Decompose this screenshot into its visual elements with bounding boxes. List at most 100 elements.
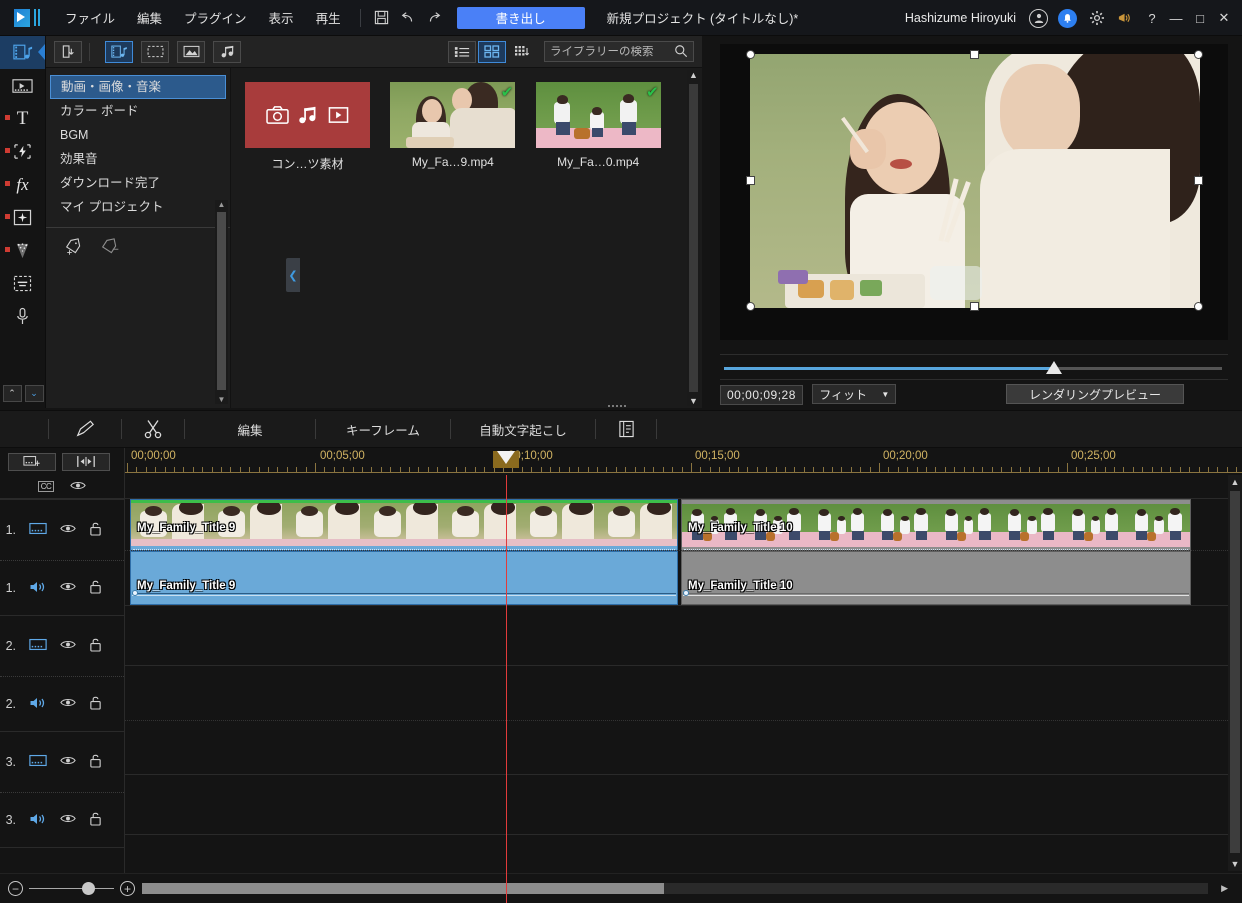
resize-handle-tc[interactable] bbox=[970, 50, 979, 59]
sidebar-item-title-room[interactable]: T bbox=[0, 102, 45, 135]
resize-handle-tl[interactable] bbox=[746, 50, 755, 59]
media-tile[interactable]: コン…ツ素材 bbox=[245, 82, 370, 172]
unlock-icon[interactable] bbox=[89, 695, 102, 713]
search-icon[interactable] bbox=[674, 44, 688, 61]
all-media-filter[interactable] bbox=[105, 41, 133, 63]
preview-scrubber[interactable] bbox=[724, 361, 1222, 375]
timeline-clip[interactable]: My_Family_Title 10 bbox=[681, 551, 1191, 605]
import-media-icon[interactable] bbox=[54, 41, 82, 63]
grid-view-icon[interactable] bbox=[478, 41, 506, 63]
menu-edit[interactable]: 編集 bbox=[126, 4, 173, 31]
unlock-icon[interactable] bbox=[89, 753, 102, 771]
fit-mode-select[interactable]: フィット ▼ bbox=[812, 384, 896, 404]
tree-scrollbar[interactable]: ▲ ▼ bbox=[215, 200, 228, 404]
redo-icon[interactable] bbox=[421, 6, 447, 30]
maximize-button[interactable]: □ bbox=[1188, 3, 1212, 33]
unlock-icon[interactable] bbox=[89, 637, 102, 655]
tree-item-my-project[interactable]: マイ プロジェクト bbox=[50, 195, 226, 219]
unlock-icon[interactable] bbox=[89, 521, 102, 539]
preview-stage[interactable] bbox=[720, 44, 1228, 340]
megaphone-icon[interactable] bbox=[1116, 9, 1135, 28]
library-scrollbar[interactable]: ▲ ▼ bbox=[687, 70, 700, 406]
minimize-button[interactable]: — bbox=[1164, 3, 1188, 33]
help-icon[interactable]: ? bbox=[1140, 3, 1164, 33]
audio-filter[interactable] bbox=[213, 41, 241, 63]
search-input-container[interactable] bbox=[544, 41, 694, 62]
unlock-icon[interactable] bbox=[89, 811, 102, 829]
timeline-clip[interactable]: My_Family_Title 9 bbox=[130, 551, 678, 605]
tree-item-sound-effect[interactable]: 効果音 bbox=[50, 147, 226, 171]
export-button[interactable]: 書き出し bbox=[457, 7, 585, 29]
zoom-slider[interactable] bbox=[29, 888, 114, 889]
rail-scroll-up[interactable]: ⌃ bbox=[3, 385, 22, 402]
rail-scroll-down[interactable]: ⌄ bbox=[25, 385, 44, 402]
resize-handle-ml[interactable] bbox=[746, 176, 755, 185]
save-icon[interactable] bbox=[369, 6, 395, 30]
timeline-clip[interactable]: My_Family_Title 10 bbox=[681, 499, 1191, 551]
track-header-2-audio[interactable]: 2. bbox=[0, 677, 124, 731]
keyframe-tab[interactable]: キーフレーム bbox=[316, 410, 450, 448]
video-filter[interactable] bbox=[141, 41, 169, 63]
track-header-3-audio[interactable]: 3. bbox=[0, 793, 124, 847]
menu-file[interactable]: ファイル bbox=[54, 4, 126, 31]
split-tool[interactable] bbox=[122, 410, 184, 448]
eye-icon[interactable] bbox=[60, 523, 76, 537]
sidebar-item-subtitle-room[interactable] bbox=[0, 267, 45, 300]
menu-view[interactable]: 表示 bbox=[258, 4, 305, 31]
render-preview-button[interactable]: レンダリングプレビュー bbox=[1006, 384, 1184, 404]
unlock-icon[interactable] bbox=[89, 579, 102, 597]
timeline-clip[interactable]: My_Family_Title 9 bbox=[130, 499, 678, 551]
panel-resize-grip[interactable] bbox=[608, 405, 626, 407]
pen-tool[interactable] bbox=[49, 410, 121, 448]
playhead-handle[interactable] bbox=[497, 451, 515, 464]
resize-handle-mr[interactable] bbox=[1194, 176, 1203, 185]
eye-icon[interactable] bbox=[60, 755, 76, 769]
list-view-icon[interactable] bbox=[448, 41, 476, 63]
menu-plugin[interactable]: プラグイン bbox=[173, 4, 258, 31]
close-button[interactable]: ✕ bbox=[1212, 3, 1236, 33]
notes-panel-toggle[interactable] bbox=[596, 410, 656, 448]
sidebar-item-particle-room[interactable] bbox=[0, 234, 45, 267]
tree-item-bgm[interactable]: BGM bbox=[50, 123, 226, 147]
eye-icon[interactable] bbox=[60, 697, 76, 711]
media-tile[interactable]: ✔ My_Fa…9.mp4 bbox=[390, 82, 515, 169]
sidebar-item-transition-room[interactable] bbox=[0, 69, 45, 102]
track-header-1-video[interactable]: 1. bbox=[0, 500, 124, 560]
timeline-horizontal-scrollbar[interactable] bbox=[142, 883, 1208, 894]
track-manager-button[interactable] bbox=[8, 453, 56, 471]
sidebar-item-fx-room[interactable]: fx bbox=[0, 168, 45, 201]
account-icon[interactable] bbox=[1029, 9, 1048, 28]
collapse-left-icon[interactable]: ❮ bbox=[286, 258, 300, 292]
resize-handle-br[interactable] bbox=[1194, 302, 1203, 311]
timeline-tracks-area[interactable]: My_Family_Title 9 My_Family_Title 10 My_… bbox=[125, 475, 1228, 871]
sidebar-item-media-room[interactable] bbox=[0, 36, 45, 69]
timecode-display[interactable]: 00;00;09;28 bbox=[720, 385, 803, 405]
bell-icon[interactable] bbox=[1058, 9, 1077, 28]
sidebar-item-voiceover-room[interactable] bbox=[0, 300, 45, 333]
tree-item-media[interactable]: 動画・画像・音楽 bbox=[50, 75, 226, 99]
auto-transcribe-tab[interactable]: 自動文字起こし bbox=[451, 410, 595, 448]
eye-icon[interactable] bbox=[60, 813, 76, 827]
zoom-out-button[interactable]: − bbox=[8, 881, 23, 896]
track-header-2-video[interactable]: 2. bbox=[0, 616, 124, 676]
resize-handle-bc[interactable] bbox=[970, 302, 979, 311]
track-header-1-audio[interactable]: 1. bbox=[0, 561, 124, 615]
image-filter[interactable] bbox=[177, 41, 205, 63]
resize-handle-tr[interactable] bbox=[1194, 50, 1203, 59]
remove-tag-icon[interactable] bbox=[100, 237, 122, 259]
search-input[interactable] bbox=[545, 46, 669, 58]
timeline-ruler[interactable]: 00;00;00 00;05;00 00;10;00 00;15;00 00;2… bbox=[125, 448, 1242, 475]
undo-icon[interactable] bbox=[395, 6, 421, 30]
track-header-3-video[interactable]: 3. bbox=[0, 732, 124, 792]
gear-icon[interactable] bbox=[1087, 9, 1106, 28]
eye-icon[interactable] bbox=[60, 639, 76, 653]
add-tag-icon[interactable] bbox=[64, 237, 86, 259]
tree-item-downloaded[interactable]: ダウンロード完了 bbox=[50, 171, 226, 195]
menu-play[interactable]: 再生 bbox=[305, 4, 352, 31]
edit-tab[interactable]: 編集 bbox=[185, 410, 315, 448]
tree-item-color-board[interactable]: カラー ボード bbox=[50, 99, 226, 123]
cc-badge[interactable]: CC bbox=[38, 481, 55, 492]
sidebar-item-overlay-room[interactable] bbox=[0, 201, 45, 234]
resize-handle-bl[interactable] bbox=[746, 302, 755, 311]
media-tile[interactable]: ✔ My_Fa…0.mp4 bbox=[536, 82, 661, 169]
